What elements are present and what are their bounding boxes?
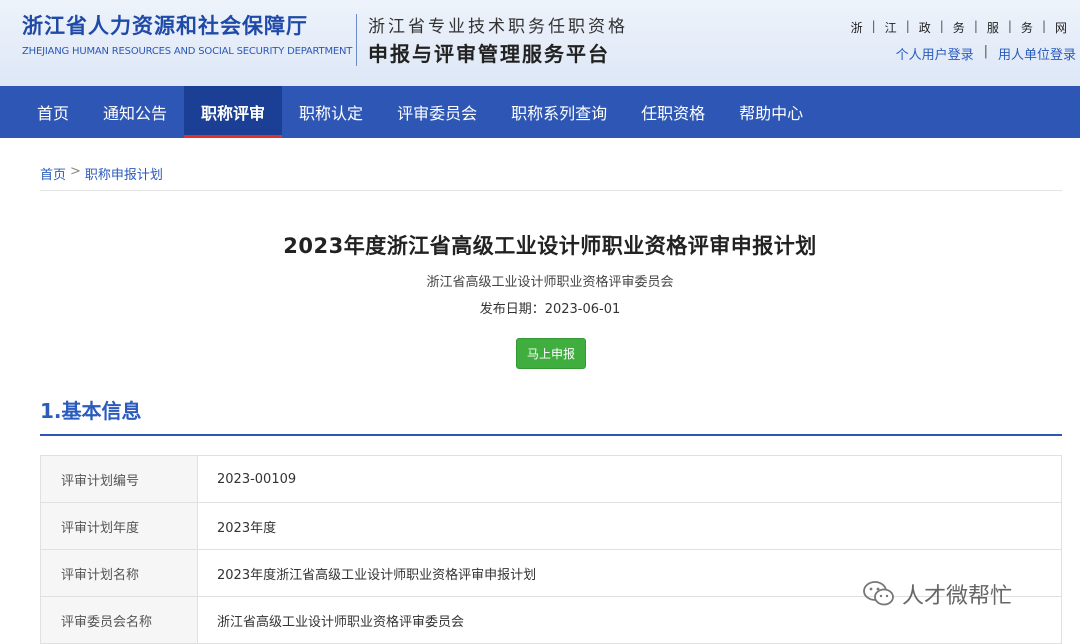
platform-title: 申报与评审管理服务平台: [368, 42, 610, 66]
publish-date-label: 发布日期：: [479, 302, 545, 317]
breadcrumb: 首页 > 职称申报计划: [40, 164, 163, 183]
committee-name: 浙江省高级工业设计师职业资格评审委员会: [426, 275, 674, 290]
table-row: 评审计划年度 2023年度: [41, 503, 1061, 550]
nav-item-title-review[interactable]: 职称评审: [184, 86, 283, 138]
section-divider: [40, 434, 1062, 436]
login-links: 个人用户登录 | 用人单位登录: [896, 44, 1076, 63]
row-label: 评审计划编号: [41, 456, 198, 502]
header-divider: [356, 14, 357, 66]
gov-link-separator: |: [973, 19, 978, 33]
row-value: 2023-00109: [217, 471, 297, 487]
row-label: 评审委员会名称: [41, 597, 198, 643]
gov-link-separator: |: [1007, 19, 1012, 33]
nav-item-review-committee[interactable]: 评审委员会: [380, 86, 494, 138]
breadcrumb-separator: >: [70, 164, 81, 179]
row-value: 2023年度: [217, 520, 277, 536]
gov-service-link[interactable]: 浙 | 江 | 政 | 务 | 服 | 务 | 网: [846, 19, 1072, 36]
gov-link-char[interactable]: 服: [982, 19, 1004, 36]
nav-item-qualification[interactable]: 任职资格: [624, 86, 722, 138]
org-english-name: ZHEJIANG HUMAN RESOURCES AND SOCIAL SECU…: [22, 46, 353, 57]
apply-now-button[interactable]: 马上申报: [516, 338, 586, 369]
org-title[interactable]: 浙江省人力资源和社会保障厅: [22, 10, 308, 40]
publish-date-value: 2023-06-01: [544, 302, 621, 317]
breadcrumb-current[interactable]: 职称申报计划: [85, 164, 163, 183]
gov-link-separator: |: [939, 19, 944, 33]
breadcrumb-divider: [40, 190, 1062, 191]
wechat-watermark: 人才微帮忙: [862, 578, 1012, 610]
gov-link-char[interactable]: 浙: [846, 19, 868, 36]
breadcrumb-home-link[interactable]: 首页: [40, 164, 66, 183]
wechat-icon: [862, 579, 896, 609]
gov-link-char[interactable]: 网: [1050, 19, 1072, 36]
row-label: 评审计划年度: [41, 503, 198, 549]
watermark-text: 人才微帮忙: [902, 584, 1013, 609]
gov-link-separator: |: [905, 19, 910, 33]
gov-link-char[interactable]: 务: [1016, 19, 1038, 36]
gov-link-char[interactable]: 务: [948, 19, 970, 36]
nav-item-title-series-query[interactable]: 职称系列查询: [494, 86, 624, 138]
gov-link-char[interactable]: 江: [880, 19, 902, 36]
page-title: 2023年度浙江省高级工业设计师职业资格评审申报计划: [283, 234, 817, 258]
nav-item-notices[interactable]: 通知公告: [86, 86, 184, 138]
gov-link-separator: |: [871, 19, 876, 33]
row-label: 评审计划名称: [41, 550, 198, 596]
personal-login-link[interactable]: 个人用户登录: [896, 44, 974, 63]
nav-item-title-recognition[interactable]: 职称认定: [282, 86, 380, 138]
nav-item-home[interactable]: 首页: [20, 86, 86, 138]
basic-info-table: 评审计划编号 2023-00109 评审计划年度 2023年度 评审计划名称 2…: [40, 455, 1062, 644]
site-header: 浙江省人力资源和社会保障厅 ZHEJIANG HUMAN RESOURCES A…: [0, 0, 1080, 86]
platform-subtitle: 浙江省专业技术职务任职资格: [368, 17, 628, 37]
table-row: 评审计划编号 2023-00109: [41, 456, 1061, 503]
publish-date: 发布日期：2023-06-01: [0, 298, 1080, 317]
gov-link-char[interactable]: 政: [914, 19, 936, 36]
employer-login-link[interactable]: 用人单位登录: [998, 44, 1076, 63]
main-nav: 首页 通知公告 职称评审 职称认定 评审委员会 职称系列查询 任职资格 帮助中心: [0, 86, 1080, 138]
nav-item-help-center[interactable]: 帮助中心: [722, 86, 820, 138]
login-separator: |: [983, 44, 988, 59]
section-title-basic-info: 1.基本信息: [40, 399, 142, 423]
gov-link-separator: |: [1041, 19, 1046, 33]
